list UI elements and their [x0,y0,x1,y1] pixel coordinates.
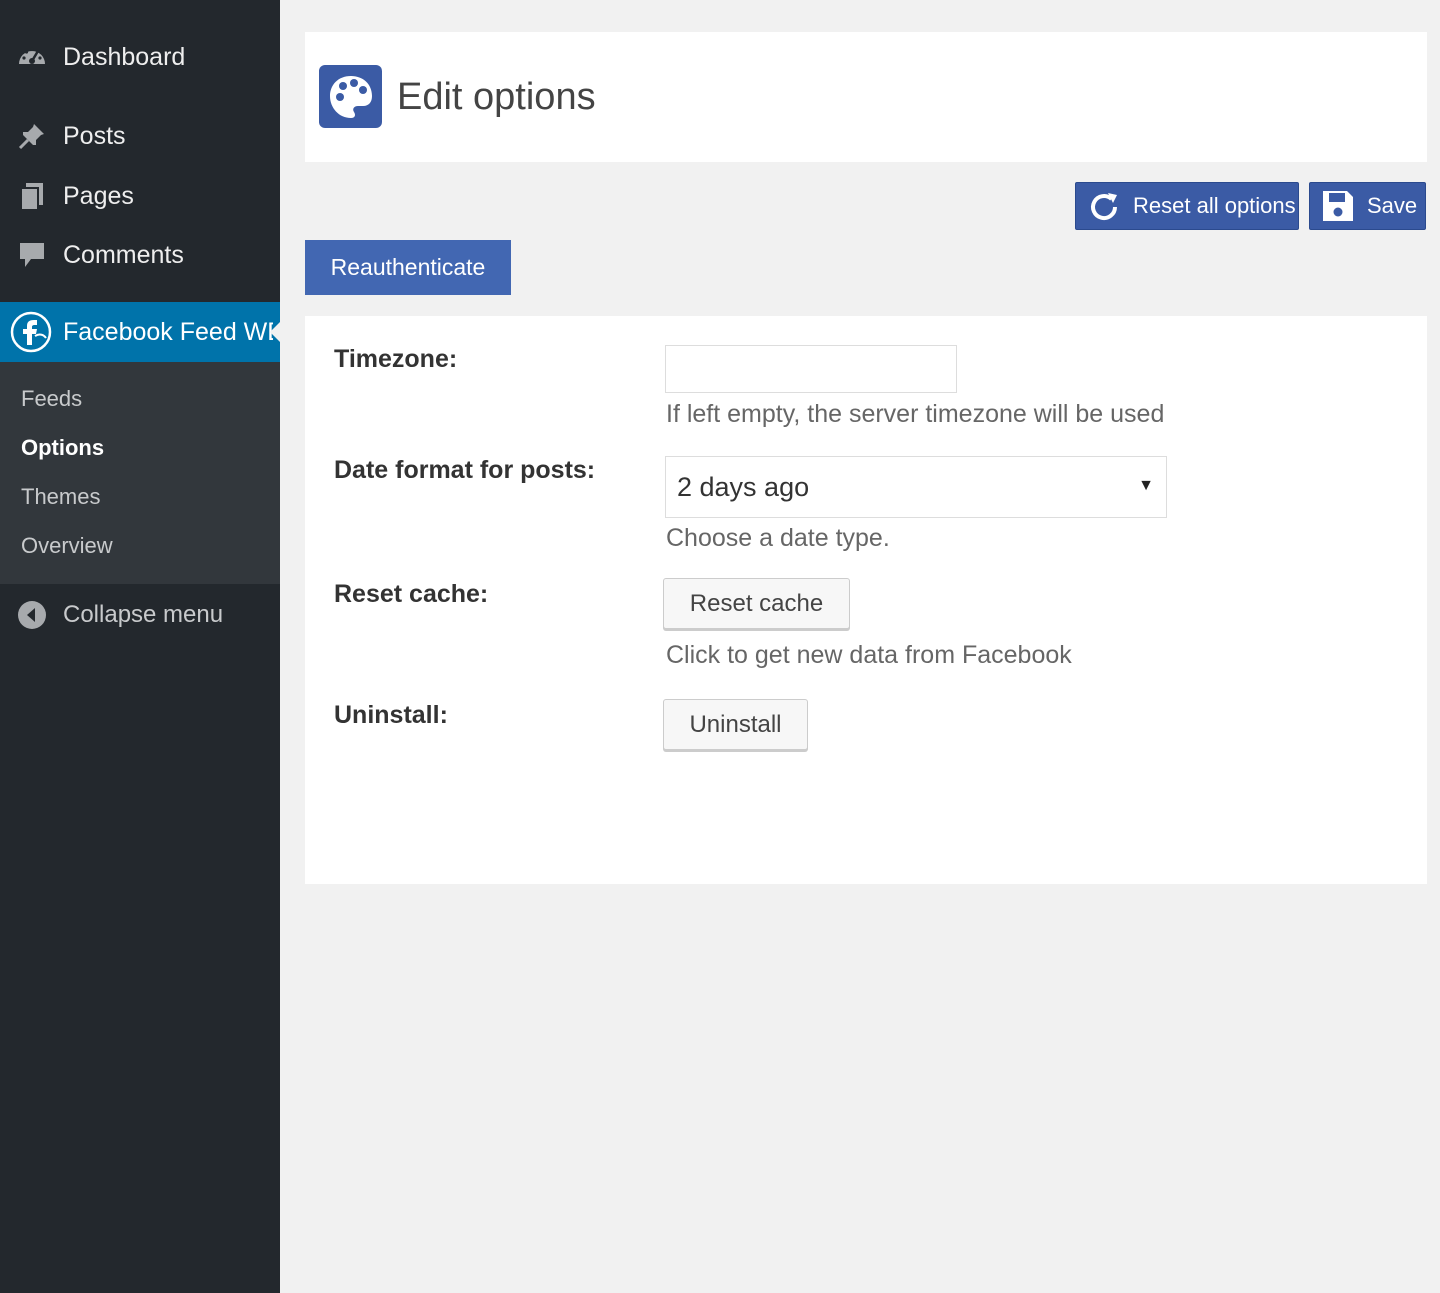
menu-item-facebook-feed-wd[interactable]: Facebook Feed WD [0,302,280,362]
timezone-label: Timezone: [334,345,458,373]
page-title: Edit options [397,76,596,118]
admin-sidebar: Dashboard Posts Pages Comments Facebook … [0,0,280,1293]
reset-cache-label: Reset cache: [334,580,489,608]
save-label: Save [1367,193,1418,218]
reset-cache-button[interactable]: Reset cache [663,578,850,629]
submenu-item-overview[interactable]: Overview [21,533,113,559]
date-format-selected-value: 2 days ago [677,472,810,502]
collapse-menu-button[interactable]: Collapse menu [0,594,280,636]
submenu-item-themes[interactable]: Themes [21,484,100,510]
dropdown-arrow-icon: ▼ [1138,477,1154,494]
date-format-select[interactable]: 2 days ago ▼ [665,456,1167,518]
date-format-label: Date format for posts: [334,456,596,484]
palette-icon [319,65,382,128]
collapse-arrow-icon [16,599,48,631]
menu-label-collapse: Collapse menu [63,601,224,628]
menu-label-posts: Posts [63,121,126,150]
menu-label-pages: Pages [63,181,134,210]
uninstall-label: Uninstall: [334,701,448,729]
page-header: Edit options [305,32,1427,162]
menu-item-posts[interactable]: Posts [0,115,280,157]
menu-label-comments: Comments [63,240,184,269]
floppy-disk-icon [1321,189,1355,229]
menu-item-comments[interactable]: Comments [0,234,280,276]
speech-bubble-icon [16,239,48,271]
submenu-item-options[interactable]: Options [21,435,104,461]
current-menu-arrow [270,322,280,342]
menu-item-dashboard[interactable]: Dashboard [0,36,280,78]
timezone-description: If left empty, the server timezone will … [666,400,1165,428]
reset-all-options-label: Reset all options [1133,193,1296,218]
reset-cache-description: Click to get new data from Facebook [666,641,1072,669]
plugin-submenu: Feeds Options Themes Overview [0,362,280,584]
menu-label-dashboard: Dashboard [63,42,186,71]
refresh-icon [1086,189,1122,231]
facebook-feed-logo-icon [10,311,52,353]
pages-icon [16,180,48,212]
save-button[interactable]: Save [1309,182,1426,230]
uninstall-button[interactable]: Uninstall [663,699,808,750]
submenu-item-feeds[interactable]: Feeds [21,386,82,412]
options-form: Timezone: If left empty, the server time… [305,316,1427,884]
menu-item-pages[interactable]: Pages [0,175,280,217]
date-format-description: Choose a date type. [666,524,890,552]
reset-all-options-button[interactable]: Reset all options [1075,182,1299,230]
pushpin-icon [16,120,48,152]
dashboard-gauge-icon [16,41,48,73]
menu-label-facebook-feed-wd: Facebook Feed WD [63,317,273,346]
reauthenticate-button[interactable]: Reauthenticate [305,240,511,295]
timezone-input[interactable] [665,345,957,393]
